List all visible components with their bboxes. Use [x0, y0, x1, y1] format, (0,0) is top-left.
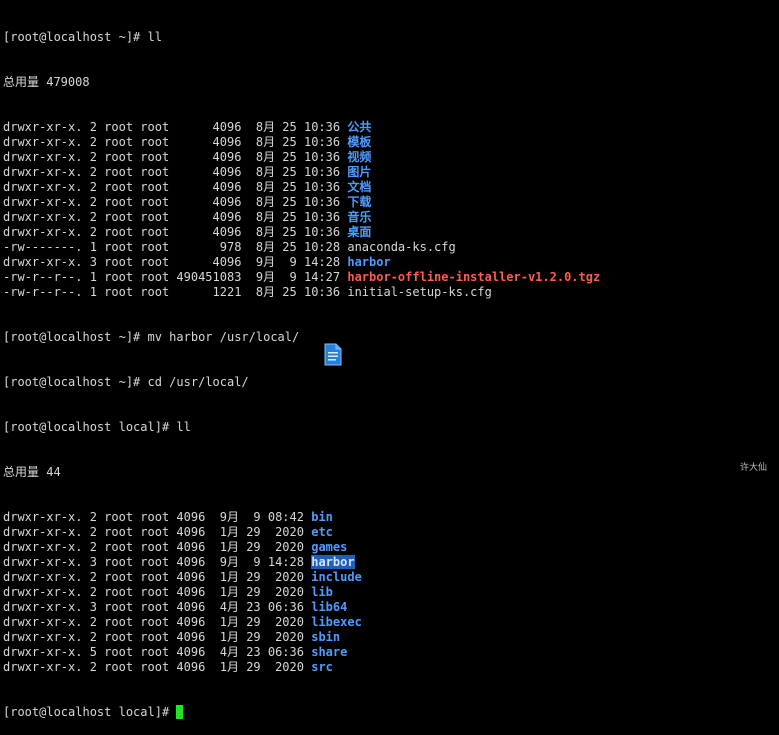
file-metadata: drwxr-xr-x. 2 root root 4096 8月 25 10:36	[3, 165, 348, 179]
directory-name[interactable]: share	[311, 645, 347, 659]
terminal-output[interactable]: [root@localhost ~]# ll 总用量 479008 drwxr-…	[3, 0, 779, 719]
directory-name[interactable]: etc	[311, 525, 333, 539]
directory-name[interactable]: games	[311, 540, 347, 554]
file-metadata: drwxr-xr-x. 2 root root 4096 8月 25 10:36	[3, 195, 348, 209]
listing-row: drwxr-xr-x. 2 root root 4096 9月 9 08:42 …	[3, 510, 779, 525]
listing-row: drwxr-xr-x. 2 root root 4096 8月 25 10:36…	[3, 180, 779, 195]
file-metadata: drwxr-xr-x. 2 root root 4096 8月 25 10:36	[3, 120, 348, 134]
file-metadata: drwxr-xr-x. 2 root root 4096 8月 25 10:36	[3, 150, 348, 164]
command-text: mv harbor /usr/local/	[147, 330, 300, 344]
directory-name[interactable]: include	[311, 570, 362, 584]
file-listing: drwxr-xr-x. 2 root root 4096 8月 25 10:36…	[3, 120, 779, 300]
file-metadata: drwxr-xr-x. 2 root root 4096 1月 29 2020	[3, 525, 312, 539]
file-metadata: drwxr-xr-x. 3 root root 4096 4月 23 06:36	[3, 600, 312, 614]
text-cursor	[176, 705, 184, 719]
file-metadata: -rw-------. 1 root root 978 8月 25 10:28	[3, 240, 348, 254]
directory-name[interactable]: 下载	[347, 195, 371, 209]
command-line: [root@localhost ~]# cd /usr/local/	[3, 375, 779, 390]
file-metadata: drwxr-xr-x. 2 root root 4096 8月 25 10:36	[3, 135, 348, 149]
document-icon	[324, 343, 342, 366]
file-metadata: drwxr-xr-x. 2 root root 4096 8月 25 10:36	[3, 210, 348, 224]
command-line: [root@localhost local]# ll	[3, 420, 779, 435]
file-metadata: drwxr-xr-x. 2 root root 4096 1月 29 2020	[3, 585, 312, 599]
directory-name[interactable]: harbor	[347, 255, 390, 269]
listing-row: drwxr-xr-x. 2 root root 4096 8月 25 10:36…	[3, 165, 779, 180]
directory-name[interactable]: lib64	[311, 600, 347, 614]
listing-row: drwxr-xr-x. 3 root root 4096 9月 9 14:28 …	[3, 555, 779, 570]
command-text: cd /usr/local/	[147, 375, 249, 389]
file-metadata: drwxr-xr-x. 3 root root 4096 9月 9 14:28	[3, 555, 312, 569]
listing-row: -rw-r--r--. 1 root root 1221 8月 25 10:36…	[3, 285, 779, 300]
listing-row: drwxr-xr-x. 2 root root 4096 1月 29 2020 …	[3, 660, 779, 675]
listing-row: drwxr-xr-x. 2 root root 4096 8月 25 10:36…	[3, 195, 779, 210]
directory-name[interactable]: bin	[311, 510, 333, 524]
directory-name[interactable]: harbor	[311, 555, 355, 569]
listing-row: -rw-r--r--. 1 root root 490451083 9月 9 1…	[3, 270, 779, 285]
directory-name[interactable]: 音乐	[347, 210, 371, 224]
file-name[interactable]: anaconda-ks.cfg	[347, 240, 455, 254]
listing-row: drwxr-xr-x. 2 root root 4096 8月 25 10:36…	[3, 225, 779, 240]
file-name[interactable]: harbor-offline-installer-v1.2.0.tgz	[347, 270, 600, 284]
file-metadata: drwxr-xr-x. 2 root root 4096 8月 25 10:36	[3, 225, 348, 239]
listing-row: drwxr-xr-x. 2 root root 4096 1月 29 2020 …	[3, 585, 779, 600]
total-size: 总用量 479008	[3, 75, 90, 89]
directory-name[interactable]: 视频	[347, 150, 371, 164]
directory-name[interactable]: libexec	[311, 615, 362, 629]
listing-row: drwxr-xr-x. 2 root root 4096 1月 29 2020 …	[3, 615, 779, 630]
command-text: ll	[147, 30, 162, 44]
listing-row: drwxr-xr-x. 2 root root 4096 8月 25 10:36…	[3, 135, 779, 150]
file-metadata: drwxr-xr-x. 3 root root 4096 9月 9 14:28	[3, 255, 348, 269]
file-metadata: -rw-r--r--. 1 root root 1221 8月 25 10:36	[3, 285, 348, 299]
file-name[interactable]: initial-setup-ks.cfg	[347, 285, 492, 299]
prompt: [root@localhost ~]#	[3, 330, 148, 344]
file-metadata: drwxr-xr-x. 2 root root 4096 1月 29 2020	[3, 630, 312, 644]
listing-row: drwxr-xr-x. 2 root root 4096 1月 29 2020 …	[3, 540, 779, 555]
listing-row: drwxr-xr-x. 2 root root 4096 1月 29 2020 …	[3, 630, 779, 645]
listing-row: drwxr-xr-x. 3 root root 4096 9月 9 14:28 …	[3, 255, 779, 270]
command-line: [root@localhost ~]# ll	[3, 30, 779, 45]
file-metadata: drwxr-xr-x. 2 root root 4096 1月 29 2020	[3, 660, 312, 674]
directory-name[interactable]: 文档	[347, 180, 371, 194]
directory-name[interactable]: lib	[311, 585, 333, 599]
command-text: ll	[176, 420, 191, 434]
listing-row: drwxr-xr-x. 3 root root 4096 4月 23 06:36…	[3, 600, 779, 615]
file-metadata: drwxr-xr-x. 5 root root 4096 4月 23 06:36	[3, 645, 312, 659]
directory-name[interactable]: 公共	[347, 120, 371, 134]
total-size: 总用量 44	[3, 465, 61, 479]
active-command-line[interactable]: [root@localhost local]#	[3, 705, 779, 720]
listing-row: drwxr-xr-x. 2 root root 4096 8月 25 10:36…	[3, 210, 779, 225]
directory-name[interactable]: 模板	[347, 135, 371, 149]
directory-name[interactable]: sbin	[311, 630, 340, 644]
file-metadata: drwxr-xr-x. 2 root root 4096 9月 9 08:42	[3, 510, 312, 524]
listing-row: -rw-------. 1 root root 978 8月 25 10:28 …	[3, 240, 779, 255]
directory-name[interactable]: 图片	[347, 165, 371, 179]
directory-name[interactable]: 桌面	[347, 225, 371, 239]
listing-row: drwxr-xr-x. 5 root root 4096 4月 23 06:36…	[3, 645, 779, 660]
file-metadata: drwxr-xr-x. 2 root root 4096 1月 29 2020	[3, 615, 312, 629]
prompt: [root@localhost local]#	[3, 705, 177, 719]
file-listing: drwxr-xr-x. 2 root root 4096 9月 9 08:42 …	[3, 510, 779, 675]
listing-row: drwxr-xr-x. 2 root root 4096 8月 25 10:36…	[3, 150, 779, 165]
prompt: [root@localhost local]#	[3, 420, 177, 434]
prompt: [root@localhost ~]#	[3, 375, 148, 389]
file-metadata: drwxr-xr-x. 2 root root 4096 1月 29 2020	[3, 570, 312, 584]
prompt: [root@localhost ~]#	[3, 30, 148, 44]
listing-row: drwxr-xr-x. 2 root root 4096 1月 29 2020 …	[3, 525, 779, 540]
directory-name[interactable]: src	[311, 660, 333, 674]
file-metadata: drwxr-xr-x. 2 root root 4096 1月 29 2020	[3, 540, 312, 554]
file-metadata: -rw-r--r--. 1 root root 490451083 9月 9 1…	[3, 270, 348, 284]
listing-row: drwxr-xr-x. 2 root root 4096 8月 25 10:36…	[3, 120, 779, 135]
command-line: [root@localhost ~]# mv harbor /usr/local…	[3, 330, 779, 345]
watermark: 许大仙	[739, 463, 767, 473]
listing-row: drwxr-xr-x. 2 root root 4096 1月 29 2020 …	[3, 570, 779, 585]
file-metadata: drwxr-xr-x. 2 root root 4096 8月 25 10:36	[3, 180, 348, 194]
